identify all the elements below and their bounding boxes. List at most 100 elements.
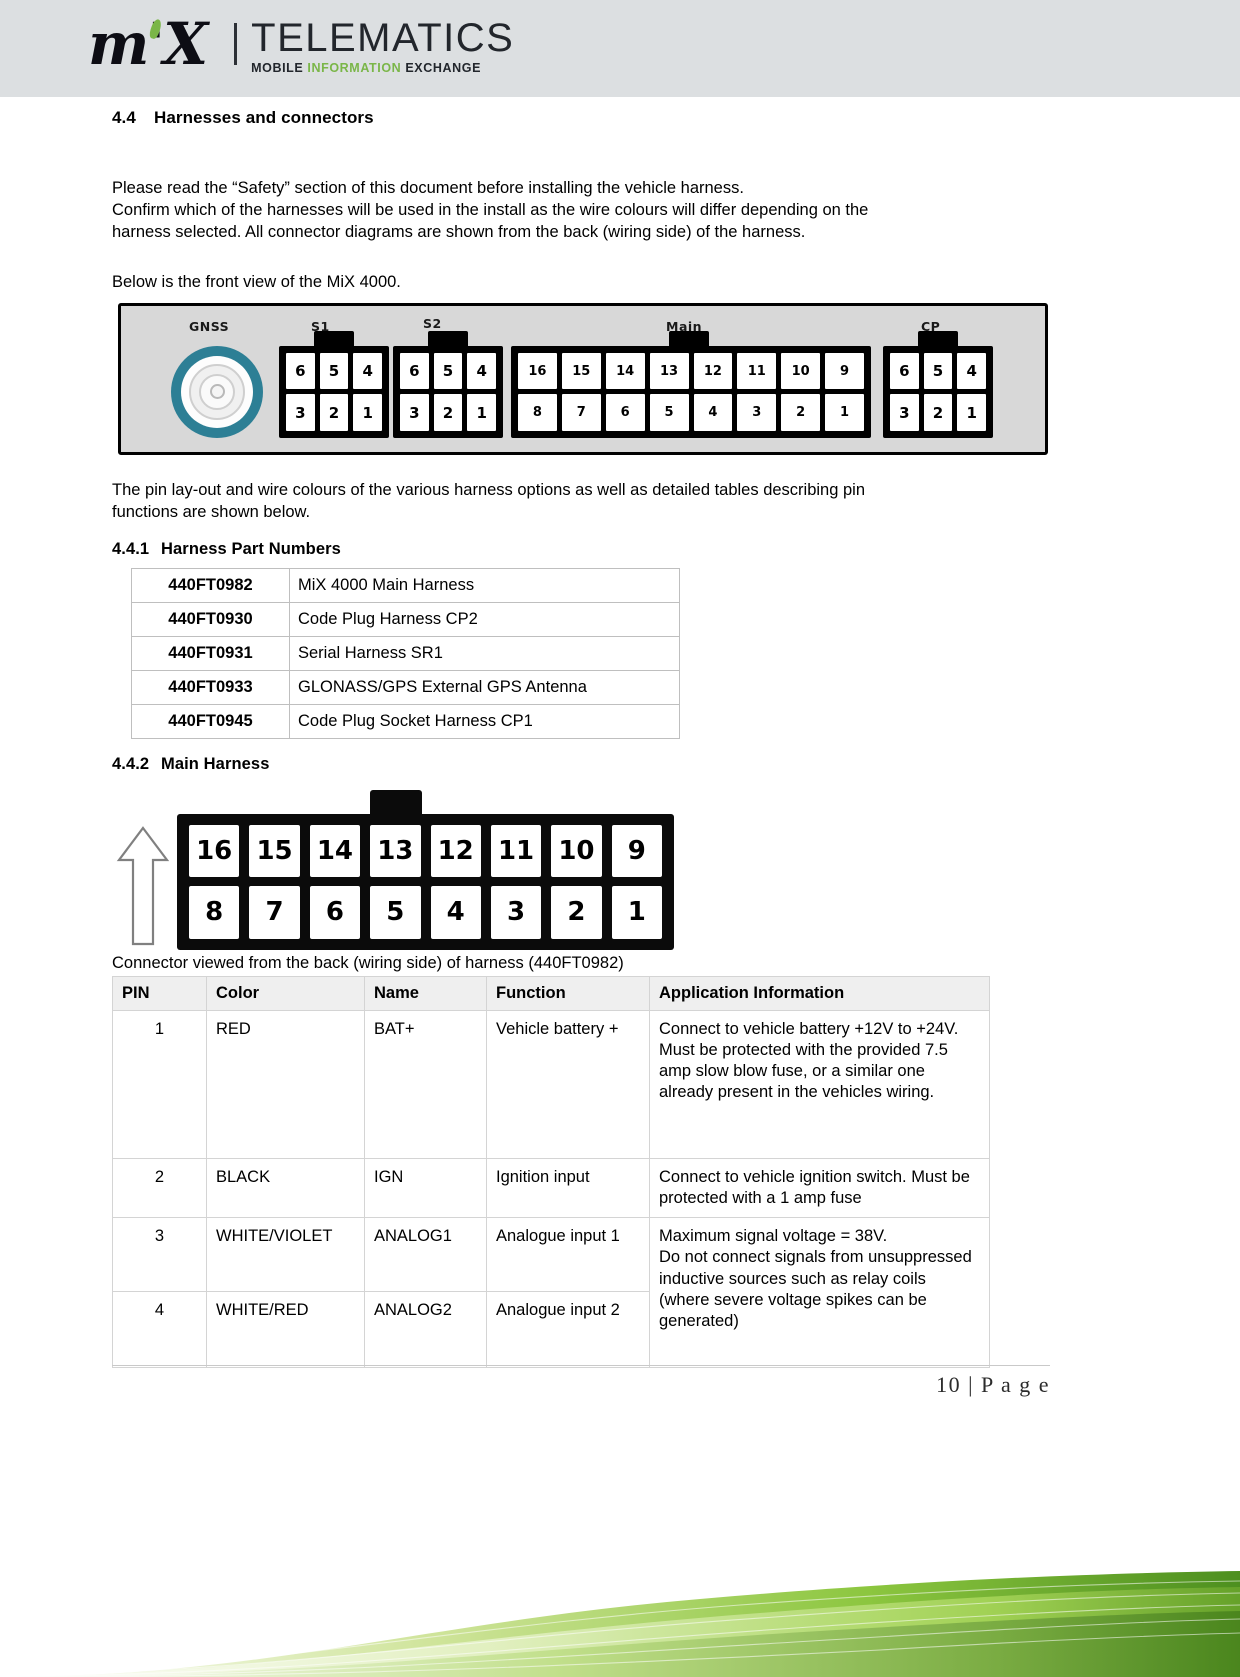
orientation-arrow-icon — [116, 825, 170, 945]
main-pin-grid: 16 15 14 13 12 11 10 9 8 7 6 5 4 3 2 1 — [518, 352, 864, 431]
pinout-line-2: functions are shown below. — [112, 502, 311, 521]
main-pin: 7 — [561, 394, 601, 431]
main-pin: 10 — [781, 352, 821, 390]
logo-tagline-exchange: EXCHANGE — [405, 60, 482, 75]
pin-table-column-header: Color — [206, 975, 365, 1011]
wire-color-cell: BLACK — [206, 1157, 365, 1219]
pin-table-header-row: PIN Color Name Function Application Informat… — [112, 975, 990, 1011]
footer-divider — [112, 1365, 1050, 1366]
main-harness-pin-grid: 16 15 14 13 12 11 10 9 8 7 6 5 4 3 2 1 — [189, 824, 662, 939]
logo-tagline: MOBILE INFORMATION EXCHANGE — [251, 62, 514, 75]
wire-color-cell: WHITE/VIOLET — [206, 1217, 365, 1293]
part-description-cell: Code Plug Socket Harness CP1 — [289, 703, 680, 739]
part-description-cell: Code Plug Harness CP2 — [289, 601, 680, 637]
cp-connector-notch — [918, 330, 958, 347]
s2-connector-label: S2 — [423, 315, 442, 331]
main-pin: 15 — [561, 352, 601, 390]
intro-paragraph: Please read the “Safety” section of this… — [112, 178, 1022, 244]
s1-connector: 654 321 — [279, 330, 389, 438]
pin-number-cell: 4 — [112, 1291, 207, 1369]
main-harness-pin: 6 — [309, 886, 361, 939]
s1-pin: 3 — [286, 394, 315, 431]
section-title: Harnesses and connectors — [154, 108, 374, 127]
s1-pin: 4 — [353, 352, 382, 390]
subsection-title-441: Harness Part Numbers — [161, 539, 341, 558]
logo-divider — [234, 23, 238, 65]
main-harness-pin: 9 — [611, 824, 662, 878]
s2-connector-notch — [428, 330, 468, 347]
gnss-ring-3 — [189, 363, 245, 420]
company-logo: m'X TELEMATICS MOBILE INFORMATION EXCHAN… — [88, 8, 514, 80]
main-connector-notch — [669, 330, 709, 347]
intro-line-1: Please read the “Safety” section of this… — [112, 179, 744, 197]
gnss-ring-5 — [209, 384, 225, 400]
footer-swirl-graphic — [0, 1571, 1240, 1677]
part-number-cell: 440FT0933 — [131, 669, 290, 705]
harness-part-numbers-table: 440FT0982 MiX 4000 Main Harness 440FT0930 C… — [131, 567, 680, 739]
s2-pin: 6 — [400, 352, 429, 390]
main-harness-notch — [370, 789, 422, 816]
wire-color-cell: WHITE/RED — [206, 1291, 365, 1369]
cp-pin: 5 — [923, 352, 953, 390]
pin-table-row: 3 WHITE/VIOLET ANALOG1 Analogue input 1 Maxi… — [112, 1217, 990, 1369]
pin-number-cell: 2 — [112, 1157, 207, 1219]
cp-pin: 2 — [923, 394, 953, 431]
main-harness-connector-diagram: 16 15 14 13 12 11 10 9 8 7 6 5 4 3 2 1 — [112, 788, 712, 953]
pin-number-cell: 1 — [112, 1009, 207, 1159]
s2-pin: 1 — [467, 394, 496, 431]
logo-telematics-text: TELEMATICS — [251, 15, 515, 60]
main-pin: 5 — [649, 394, 689, 431]
pin-table-row: 1 RED BAT+ Vehicle battery + Connect to vehi… — [112, 1009, 990, 1159]
pin-table-column-header: Function — [486, 975, 650, 1011]
main-pin: 3 — [737, 394, 777, 431]
part-description-cell: GLONASS/GPS External GPS Antenna — [289, 669, 680, 705]
signal-name-cell: ANALOG1 — [364, 1217, 487, 1293]
pinout-line-1: The pin lay-out and wire colours of the … — [112, 480, 866, 499]
section-heading-4-4-1: 4.4.1 Harness Part Numbers — [112, 540, 1240, 559]
mix-wordmark-icon: m'X — [88, 15, 212, 73]
s1-pin: 6 — [286, 352, 315, 390]
cp-pin: 6 — [890, 352, 919, 390]
part-description-cell: Serial Harness SR1 — [289, 635, 680, 671]
main-pin: 6 — [605, 394, 645, 431]
main-pin: 9 — [825, 352, 864, 390]
main-pin: 16 — [518, 352, 557, 390]
gnss-antenna-connector-icon — [171, 345, 263, 438]
front-view-lead: Below is the front view of the MiX 4000. — [112, 272, 401, 291]
gnss-ring-2 — [181, 355, 253, 428]
function-cell: Analogue input 2 — [486, 1291, 650, 1369]
application-information-cell: Connect to vehicle ignition switch. Must… — [649, 1157, 990, 1219]
application-information-cell: Connect to vehicle battery +12V to +24V.… — [649, 1009, 990, 1159]
part-number-cell: 440FT0982 — [131, 567, 290, 603]
section-heading-4-4: 4.4 Harnesses and connectors — [112, 108, 1240, 128]
signal-name-cell: BAT+ — [364, 1009, 487, 1159]
function-cell: Vehicle battery + — [486, 1009, 650, 1159]
s2-connector: 654 321 — [393, 330, 503, 438]
cp-connector: 654 321 — [883, 330, 993, 438]
main-harness-pin: 8 — [189, 886, 240, 939]
document-content: 4.4 Harnesses and connectors Please read … — [0, 97, 1240, 1369]
main-pin: 13 — [649, 352, 689, 390]
main-harness-pin: 16 — [189, 824, 240, 878]
cp-pin: 4 — [957, 352, 986, 390]
part-number-row: 440FT0933 GLONASS/GPS External GPS Antenn… — [131, 669, 680, 705]
mix-wordmark-text: m'X — [88, 10, 208, 78]
part-number-cell: 440FT0945 — [131, 703, 290, 739]
footer-decorative-band — [0, 1527, 1240, 1677]
s1-connector-notch — [314, 330, 354, 347]
intro-line-2: Confirm which of the harnesses will be u… — [112, 200, 869, 219]
mix4000-front-view-diagram: GNSS S1 654321 S2 654321 Main 16 15 14 13 12… — [118, 302, 1048, 455]
main-harness-shell: 16 15 14 13 12 11 10 9 8 7 6 5 4 3 2 1 — [177, 813, 674, 950]
main-harness-pin: 4 — [430, 886, 481, 939]
application-line: Do not connect signals from unsuppressed… — [659, 1248, 972, 1331]
pin-table-column-header: Application Information — [649, 975, 990, 1011]
cp-pin: 1 — [957, 394, 986, 431]
part-number-cell: 440FT0930 — [131, 601, 290, 637]
pinout-paragraph: The pin lay-out and wire colours of the … — [112, 480, 1022, 524]
main-pin: 14 — [605, 352, 645, 390]
part-number-row: 440FT0945 Code Plug Socket Harness CP1 — [131, 703, 680, 739]
main-harness-pin: 13 — [370, 824, 421, 878]
s2-pin: 5 — [433, 352, 463, 390]
application-line: Connect to vehicle ignition switch. Must… — [659, 1167, 970, 1207]
main-harness-pin: 11 — [490, 824, 542, 878]
